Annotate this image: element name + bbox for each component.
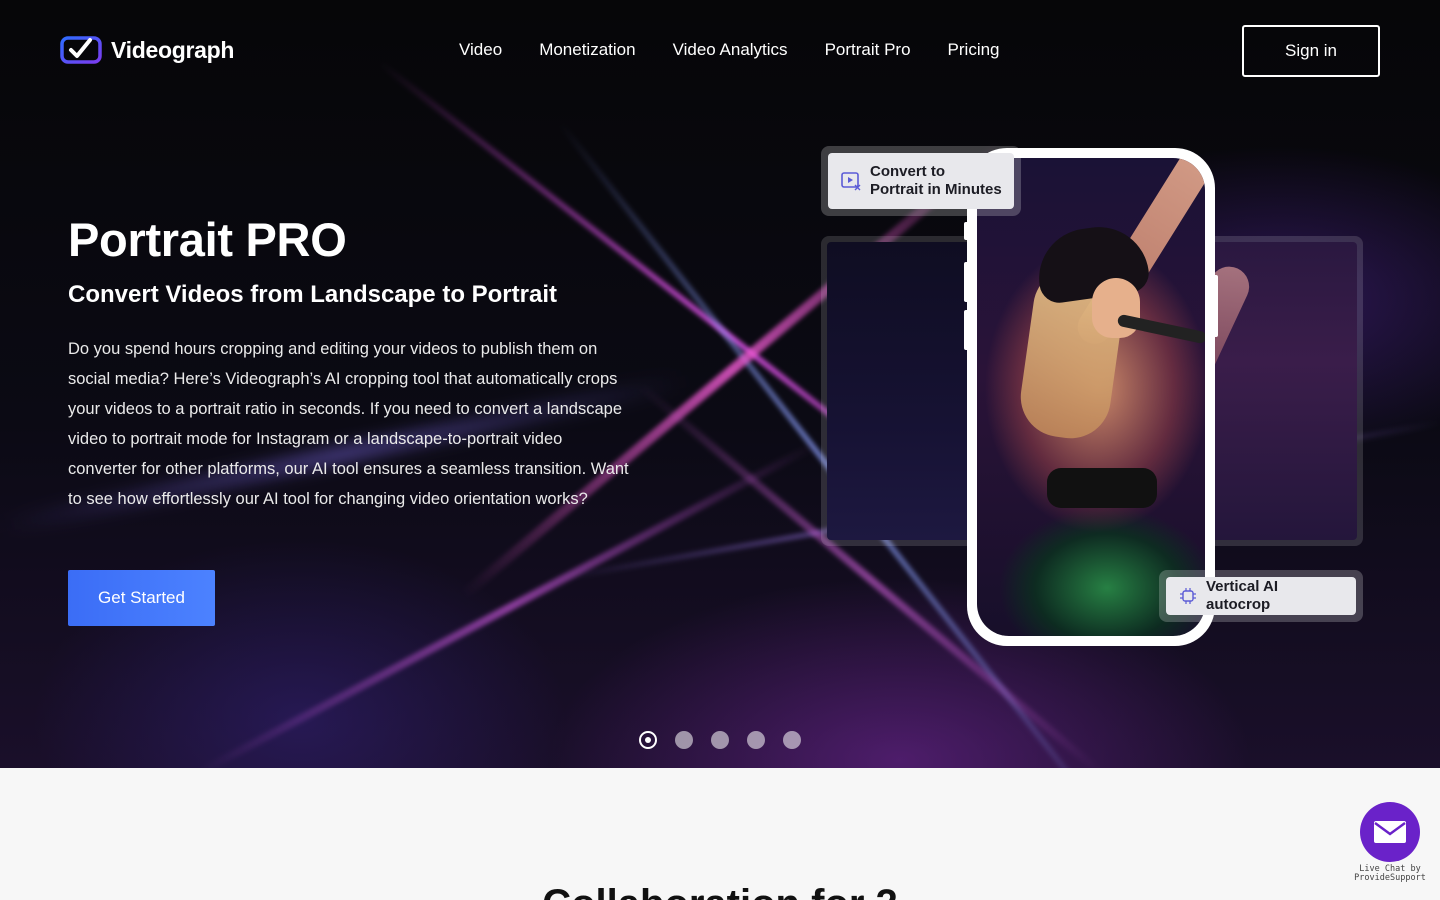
live-chat-button[interactable] (1360, 802, 1420, 862)
carousel-dots (639, 731, 801, 749)
hero-description: Do you spend hours cropping and editing … (68, 340, 629, 508)
video-convert-icon (841, 172, 861, 191)
nav-item-pricing[interactable]: Pricing (948, 40, 1000, 60)
hero-copy: Portrait PRO Convert Videos from Landsca… (68, 212, 648, 514)
carousel-dot-1[interactable] (639, 731, 657, 749)
portrait-video-preview (977, 158, 1205, 636)
hero-subtitle: Convert Videos from Landscape to Portrai… (68, 281, 557, 308)
convert-badge: Convert to Portrait in Minutes (821, 146, 1021, 216)
brand-name: Videograph (111, 36, 235, 63)
hero-title: Portrait PRO (68, 213, 347, 266)
carousel-dot-2[interactable] (675, 731, 693, 749)
sign-in-button[interactable]: Sign in (1242, 25, 1380, 77)
carousel-dot-5[interactable] (783, 731, 801, 749)
autocrop-badge: Vertical AI autocrop (1159, 570, 1363, 622)
get-started-button[interactable]: Get Started (68, 570, 215, 626)
live-chat-caption: Live Chat by ProvideSupport (1354, 864, 1426, 883)
brand-logo[interactable]: Videograph (60, 34, 234, 66)
nav-item-monetization[interactable]: Monetization (539, 40, 635, 60)
nav-item-video[interactable]: Video (459, 40, 502, 60)
main-nav: Video Monetization Video Analytics Portr… (459, 40, 1000, 60)
carousel-dot-3[interactable] (711, 731, 729, 749)
ai-chip-icon (1180, 588, 1196, 604)
videograph-logo-icon (60, 36, 102, 64)
site-header: Videograph Video Monetization Video Anal… (0, 0, 1440, 102)
nav-item-portrait-pro[interactable]: Portrait Pro (825, 40, 911, 60)
live-chat-widget[interactable]: Live Chat by ProvideSupport (1352, 802, 1428, 883)
nav-item-video-analytics[interactable]: Video Analytics (673, 40, 788, 60)
section-heading: Collaboration for 2 (0, 882, 1440, 900)
mail-icon (1374, 821, 1406, 843)
autocrop-badge-label: Vertical AI autocrop (1206, 578, 1278, 613)
convert-badge-label: Convert to Portrait in Minutes (870, 163, 1002, 198)
carousel-dot-4[interactable] (747, 731, 765, 749)
hero-section: Videograph Video Monetization Video Anal… (0, 0, 1440, 768)
